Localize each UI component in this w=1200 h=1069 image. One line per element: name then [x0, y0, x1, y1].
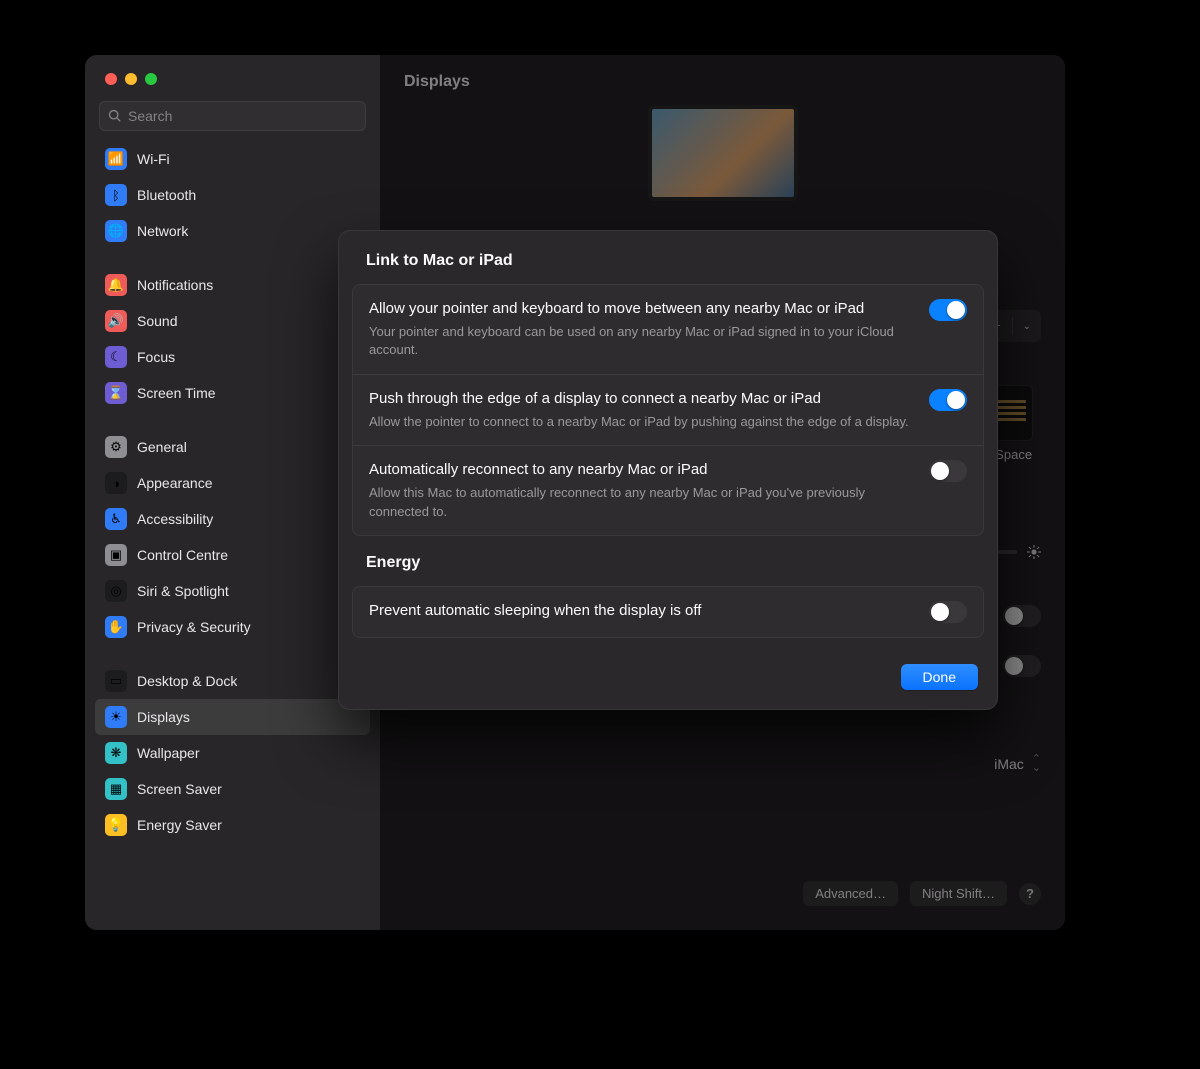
control-centre-icon: ▣ — [105, 544, 127, 566]
setting-title: Push through the edge of a display to co… — [369, 389, 913, 409]
siri-spotlight-icon: ◎ — [105, 580, 127, 602]
privacy-security-icon: ✋ — [105, 616, 127, 638]
energy-settings-card: Prevent automatic sleeping when the disp… — [352, 586, 984, 638]
search-field[interactable] — [99, 101, 366, 131]
sidebar-item-control-centre[interactable]: ▣ Control Centre — [95, 537, 370, 573]
sidebar-item-label: Wallpaper — [137, 745, 200, 761]
link-toggle-0[interactable] — [929, 299, 967, 321]
setting-description: Allow this Mac to automatically reconnec… — [369, 484, 913, 520]
sound-icon: 🔊 — [105, 310, 127, 332]
modal-section-link-title: Link to Mac or iPad — [338, 252, 998, 284]
window-controls — [85, 55, 380, 85]
desktop-dock-icon: ▭ — [105, 670, 127, 692]
sidebar-item-wi-fi[interactable]: 📶 Wi-Fi — [95, 141, 370, 177]
sidebar-item-label: Screen Saver — [137, 781, 222, 797]
link-setting-row-2: Automatically reconnect to any nearby Ma… — [353, 445, 983, 535]
sidebar-item-label: General — [137, 439, 187, 455]
zoom-icon[interactable] — [145, 73, 157, 85]
setting-title: Prevent automatic sleeping when the disp… — [369, 601, 913, 621]
sidebar-item-label: Notifications — [137, 277, 213, 293]
link-toggle-1[interactable] — [929, 389, 967, 411]
advanced-modal: Link to Mac or iPad Allow your pointer a… — [338, 230, 998, 710]
sidebar-item-accessibility[interactable]: ♿︎ Accessibility — [95, 501, 370, 537]
sidebar-item-label: Sound — [137, 313, 177, 329]
sidebar: 📶 Wi-Fi ᛒ Bluetooth 🌐 Network 🔔 Notifications 🔊 S… — [85, 55, 380, 930]
screen-saver-icon: ▦ — [105, 778, 127, 800]
prevent-sleep-toggle[interactable] — [929, 601, 967, 623]
energy-row-prevent-sleep: Prevent automatic sleeping when the disp… — [353, 587, 983, 637]
sidebar-item-privacy-security[interactable]: ✋ Privacy & Security — [95, 609, 370, 645]
sidebar-item-label: Displays — [137, 709, 190, 725]
displays-icon: ☀ — [105, 706, 127, 728]
sidebar-item-label: Network — [137, 223, 188, 239]
sidebar-item-desktop-dock[interactable]: ▭ Desktop & Dock — [95, 663, 370, 699]
sidebar-item-general[interactable]: ⚙ General — [95, 429, 370, 465]
sidebar-nav: 📶 Wi-Fi ᛒ Bluetooth 🌐 Network 🔔 Notifications 🔊 S… — [85, 141, 380, 930]
sidebar-item-label: Control Centre — [137, 547, 228, 563]
wallpaper-icon: ❋ — [105, 742, 127, 764]
appearance-icon: ◑ — [105, 472, 127, 494]
minimize-icon[interactable] — [125, 73, 137, 85]
general-icon: ⚙ — [105, 436, 127, 458]
sidebar-item-label: Wi-Fi — [137, 151, 170, 167]
sidebar-item-label: Screen Time — [137, 385, 216, 401]
sidebar-item-siri-spotlight[interactable]: ◎ Siri & Spotlight — [95, 573, 370, 609]
network-icon: 🌐 — [105, 220, 127, 242]
sidebar-item-energy-saver[interactable]: 💡 Energy Saver — [95, 807, 370, 843]
accessibility-icon: ♿︎ — [105, 508, 127, 530]
sidebar-item-label: Focus — [137, 349, 175, 365]
sidebar-item-notifications[interactable]: 🔔 Notifications — [95, 267, 370, 303]
setting-description: Allow the pointer to connect to a nearby… — [369, 413, 913, 431]
search-icon — [108, 109, 122, 123]
sidebar-item-screen-saver[interactable]: ▦ Screen Saver — [95, 771, 370, 807]
notifications-icon: 🔔 — [105, 274, 127, 296]
sidebar-item-label: Siri & Spotlight — [137, 583, 229, 599]
sidebar-item-label: Bluetooth — [137, 187, 196, 203]
modal-section-energy-title: Energy — [338, 554, 998, 586]
sidebar-item-label: Appearance — [137, 475, 213, 491]
wi-fi-icon: 📶 — [105, 148, 127, 170]
energy-saver-icon: 💡 — [105, 814, 127, 836]
system-settings-window: 📶 Wi-Fi ᛒ Bluetooth 🌐 Network 🔔 Notifications 🔊 S… — [85, 55, 1065, 930]
link-toggle-2[interactable] — [929, 460, 967, 482]
setting-title: Automatically reconnect to any nearby Ma… — [369, 460, 913, 480]
link-settings-card: Allow your pointer and keyboard to move … — [352, 284, 984, 536]
close-icon[interactable] — [105, 73, 117, 85]
sidebar-item-screen-time[interactable]: ⌛ Screen Time — [95, 375, 370, 411]
sidebar-item-wallpaper[interactable]: ❋ Wallpaper — [95, 735, 370, 771]
sidebar-item-displays[interactable]: ☀ Displays — [95, 699, 370, 735]
sidebar-item-label: Energy Saver — [137, 817, 222, 833]
sidebar-item-label: Privacy & Security — [137, 619, 251, 635]
setting-title: Allow your pointer and keyboard to move … — [369, 299, 913, 319]
sidebar-item-network[interactable]: 🌐 Network — [95, 213, 370, 249]
search-input[interactable] — [128, 108, 357, 124]
link-setting-row-1: Push through the edge of a display to co… — [353, 374, 983, 445]
screen-time-icon: ⌛ — [105, 382, 127, 404]
sidebar-item-appearance[interactable]: ◑ Appearance — [95, 465, 370, 501]
sidebar-item-label: Accessibility — [137, 511, 213, 527]
sidebar-item-focus[interactable]: ☾ Focus — [95, 339, 370, 375]
done-button[interactable]: Done — [901, 664, 978, 690]
sidebar-item-bluetooth[interactable]: ᛒ Bluetooth — [95, 177, 370, 213]
bluetooth-icon: ᛒ — [105, 184, 127, 206]
sidebar-item-sound[interactable]: 🔊 Sound — [95, 303, 370, 339]
setting-description: Your pointer and keyboard can be used on… — [369, 323, 913, 359]
sidebar-item-label: Desktop & Dock — [137, 673, 237, 689]
link-setting-row-0: Allow your pointer and keyboard to move … — [353, 285, 983, 374]
focus-icon: ☾ — [105, 346, 127, 368]
